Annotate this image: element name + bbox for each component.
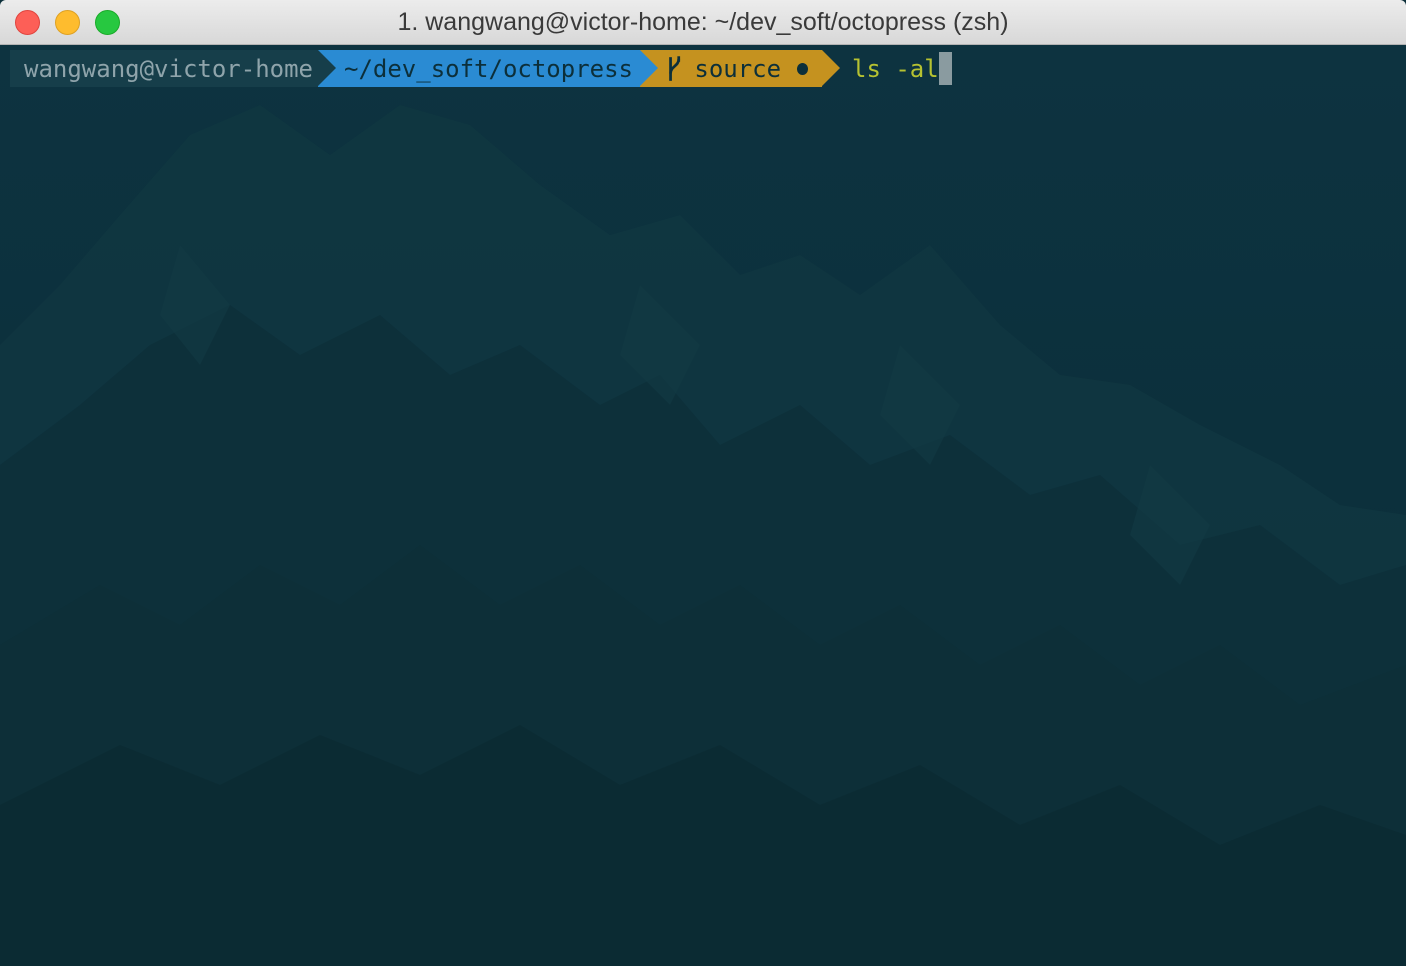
user-host-label: wangwang@victor-home [24,54,313,83]
prompt-segment-git: source [640,50,840,87]
prompt-segment-user: wangwang@victor-home [10,50,336,87]
command-input[interactable]: ls -al [822,50,952,87]
title-bar[interactable]: 1. wangwang@victor-home: ~/dev_soft/octo… [0,0,1406,45]
prompt-line: wangwang@victor-home ~/dev_soft/octopres… [10,50,952,87]
background-mountains-image [0,45,1406,966]
terminal-window: 1. wangwang@victor-home: ~/dev_soft/octo… [0,0,1406,966]
text-cursor [938,52,952,85]
cwd-label: ~/dev_soft/octopress [344,54,633,83]
segment-separator-icon [640,50,658,86]
window-title: 1. wangwang@victor-home: ~/dev_soft/octo… [397,8,1009,36]
git-branch-icon [669,55,681,81]
prompt-segment-path: ~/dev_soft/octopress [318,50,658,87]
terminal-area[interactable]: wangwang@victor-home ~/dev_soft/octopres… [0,45,1406,966]
branch-label: source [694,54,782,83]
command-text: ls -al [852,54,939,83]
segment-separator-icon [822,50,840,86]
dirty-indicator-icon [797,62,808,75]
segment-separator-icon [318,50,336,86]
